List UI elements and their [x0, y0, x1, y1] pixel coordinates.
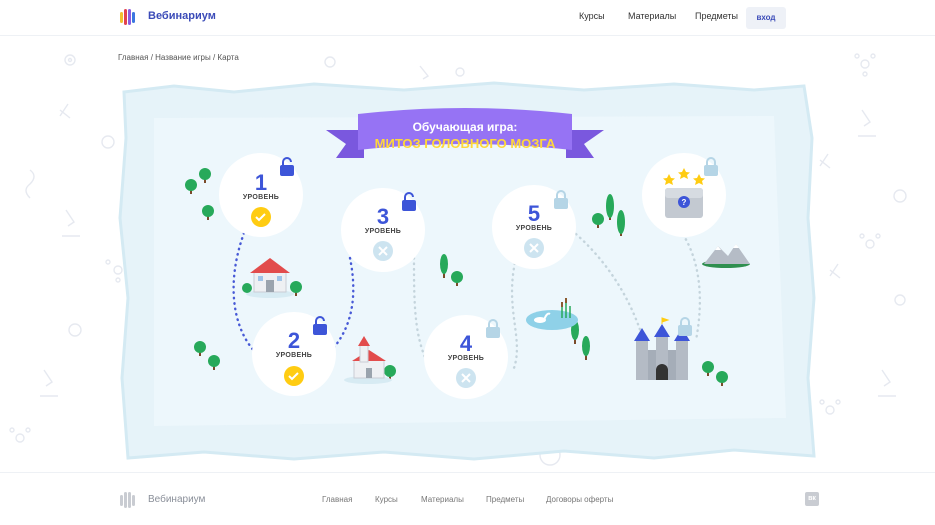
- footer-nav-home[interactable]: Главная: [322, 495, 352, 504]
- atom-icon: [324, 56, 336, 68]
- dna-icon: [25, 169, 35, 199]
- molecule-icon: [15, 433, 25, 443]
- game-map: Обучающая игра: МИТОЗ ГОЛОВНОГО МОЗГА 1 …: [114, 78, 818, 463]
- footer: Вебинариум Главная Курсы Материалы Предм…: [0, 472, 935, 525]
- gear-icon: [101, 135, 115, 149]
- breadcrumb-game[interactable]: Название игры: [155, 53, 211, 62]
- breadcrumb-home[interactable]: Главная: [118, 53, 148, 62]
- breadcrumb-current: Карта: [217, 53, 239, 62]
- level-number: 4: [460, 331, 473, 356]
- microscope-icon: [40, 369, 58, 397]
- level-label: УРОВЕНЬ: [243, 194, 279, 201]
- brand-name[interactable]: Вебинариум: [148, 10, 216, 22]
- level-label: УРОВЕНЬ: [276, 352, 312, 359]
- login-button[interactable]: вход: [746, 7, 786, 29]
- dna-icon: [829, 263, 841, 279]
- level-2-node[interactable]: 2 УРОВЕНЬ: [252, 312, 336, 396]
- molecule-icon: [825, 405, 835, 415]
- dna-icon: [819, 153, 831, 169]
- nav-courses[interactable]: Курсы: [579, 11, 605, 21]
- atom-icon: [64, 54, 76, 66]
- x-mark-icon: [373, 241, 393, 261]
- footer-nav-courses[interactable]: Курсы: [375, 495, 398, 504]
- reward-chest-node[interactable]: ?: [642, 153, 726, 237]
- x-mark-icon: [524, 238, 544, 258]
- footer-brand: Вебинариум: [148, 494, 206, 505]
- breadcrumb-separator: /: [150, 53, 153, 62]
- nav-subjects[interactable]: Предметы: [695, 11, 738, 21]
- level-label: УРОВЕНЬ: [365, 228, 401, 235]
- microscope-icon: [878, 369, 896, 397]
- atom-icon: [455, 67, 465, 77]
- x-mark-icon: [456, 368, 476, 388]
- level-number: 2: [288, 328, 300, 353]
- level-label: УРОВЕНЬ: [516, 225, 552, 232]
- level-label: УРОВЕНЬ: [448, 355, 484, 362]
- atom-core: [67, 57, 73, 63]
- map-subtitle: МИТОЗ ГОЛОВНОГО МОЗГА: [375, 136, 556, 151]
- footer-nav-materials[interactable]: Материалы: [421, 495, 464, 504]
- level-number: 3: [377, 204, 389, 229]
- footer-logo-icon[interactable]: [118, 490, 138, 510]
- microscope-icon: [62, 209, 80, 237]
- breadcrumb: Главная / Название игры / Карта: [118, 53, 239, 62]
- question-mark-icon: ?: [682, 198, 687, 207]
- dna-icon: [59, 103, 71, 119]
- molecule-icon: [865, 239, 875, 249]
- nav-materials[interactable]: Материалы: [628, 11, 676, 21]
- level-4-node[interactable]: 4 УРОВЕНЬ: [424, 315, 508, 399]
- treasure-chest-icon: ?: [665, 188, 703, 218]
- gear-icon: [68, 323, 82, 337]
- map-title: Обучающая игра:: [413, 120, 518, 134]
- molecule-icon: [860, 59, 870, 69]
- top-header: Вебинариум Курсы Материалы Предметы вход: [0, 0, 935, 36]
- footer-nav-offer[interactable]: Договоры оферты: [546, 495, 613, 504]
- check-icon: [251, 207, 271, 227]
- game-map-canvas: Обучающая игра: МИТОЗ ГОЛОВНОГО МОЗГА 1 …: [118, 81, 816, 461]
- breadcrumb-separator: /: [212, 53, 216, 62]
- footer-nav-subjects[interactable]: Предметы: [486, 495, 524, 504]
- level-number: 1: [255, 170, 267, 195]
- gear-icon: [893, 189, 907, 203]
- check-icon: [284, 366, 304, 386]
- level-number: 5: [528, 201, 540, 226]
- atom-icon: [894, 294, 906, 306]
- microscope-icon: [858, 109, 876, 137]
- level-3-node[interactable]: 3 УРОВЕНЬ: [341, 188, 425, 272]
- level-1-node[interactable]: 1 УРОВЕНЬ: [219, 153, 303, 237]
- vk-social-icon[interactable]: вк: [805, 492, 819, 506]
- brand-logo-icon[interactable]: [118, 7, 138, 27]
- level-5-node[interactable]: 5 УРОВЕНЬ: [492, 185, 576, 269]
